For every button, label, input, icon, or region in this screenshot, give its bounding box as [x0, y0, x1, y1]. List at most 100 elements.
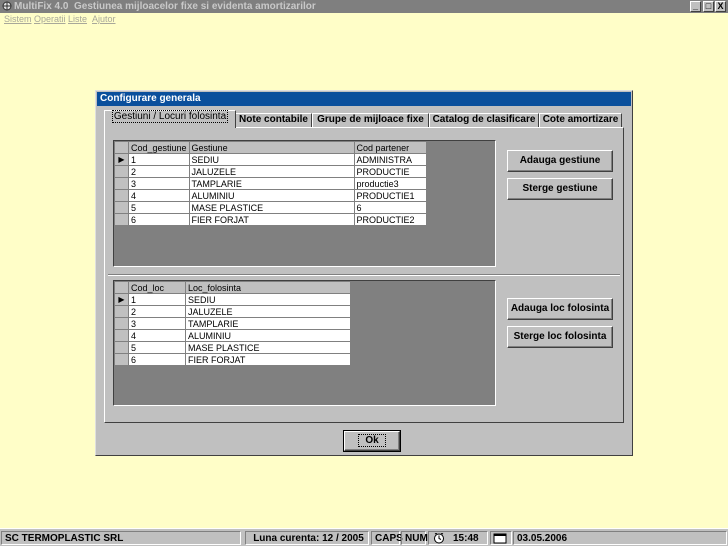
app-icon	[2, 1, 12, 11]
cell[interactable]: PRODUCTIE2	[353, 213, 427, 226]
calendar-icon	[493, 533, 507, 544]
cell[interactable]: PRODUCTIE1	[353, 189, 427, 202]
status-num: NUM	[401, 531, 428, 545]
locuri-grid[interactable]: Cod_loc Loc_folosinta ▶ 1 SEDIU 2 JALUZELE …	[113, 280, 496, 406]
add-loc-button[interactable]: Adauga loc folosinta	[507, 298, 613, 320]
minimize-button[interactable]: _	[690, 1, 701, 12]
close-button[interactable]: X	[715, 1, 726, 12]
status-company: SC TERMOPLASTIC SRL	[1, 531, 241, 545]
table-row[interactable]: 3 TAMPLARIE	[114, 317, 351, 330]
cell[interactable]: ALUMINIU	[185, 329, 351, 342]
table-row[interactable]: 4 ALUMINIU PRODUCTIE1	[114, 189, 427, 202]
row-selector[interactable]	[114, 317, 129, 330]
tab-cote-amortizare[interactable]: Cote amortizare	[539, 113, 622, 127]
status-time: 15:48	[453, 533, 479, 544]
cell[interactable]: 1	[128, 293, 186, 306]
table-row[interactable]: 2 JALUZELE PRODUCTIE	[114, 165, 427, 178]
grid-corner	[114, 141, 129, 154]
table-row[interactable]: ▶ 1 SEDIU	[114, 293, 351, 306]
delete-gestiune-button[interactable]: Sterge gestiune	[507, 178, 613, 200]
menu-ajutor[interactable]: Ajutor	[92, 13, 116, 26]
table-row[interactable]: 6 FIER FORJAT	[114, 353, 351, 366]
cell[interactable]: 4	[128, 189, 190, 202]
cell[interactable]: JALUZELE	[185, 305, 351, 318]
cell[interactable]: TAMPLARIE	[188, 177, 355, 190]
delete-loc-button[interactable]: Sterge loc folosinta	[507, 326, 613, 348]
status-calendar[interactable]	[490, 531, 512, 545]
col-gestiune[interactable]: Gestiune	[188, 141, 355, 154]
table-row[interactable]: 5 MASE PLASTICE 6	[114, 201, 427, 214]
table-row[interactable]: ▶ 1 SEDIU ADMINISTRA	[114, 153, 427, 166]
tab-catalog-clasificare[interactable]: Catalog de clasificare	[429, 113, 539, 127]
row-selector-arrow-icon[interactable]: ▶	[114, 153, 129, 166]
clock-icon	[434, 533, 444, 544]
cell[interactable]: 2	[128, 305, 186, 318]
cell[interactable]: 3	[128, 317, 186, 330]
cell[interactable]: ADMINISTRA	[353, 153, 427, 166]
section-divider	[108, 274, 620, 276]
cell[interactable]: 6	[353, 201, 427, 214]
tab-note-contabile[interactable]: Note contabile	[235, 113, 312, 127]
add-gestiune-button[interactable]: Adauga gestiune	[507, 150, 613, 172]
row-selector[interactable]	[114, 201, 129, 214]
gestiuni-table: Cod_gestiune Gestiune Cod partener ▶ 1 SED…	[114, 141, 427, 226]
cell[interactable]: FIER FORJAT	[188, 213, 355, 226]
cell[interactable]: ALUMINIU	[188, 189, 355, 202]
cell[interactable]: TAMPLARIE	[185, 317, 351, 330]
row-selector[interactable]	[114, 329, 129, 342]
row-selector[interactable]	[114, 213, 129, 226]
table-row[interactable]: 3 TAMPLARIE productie3	[114, 177, 427, 190]
menu-liste[interactable]: Liste	[68, 13, 87, 26]
cell[interactable]: MASE PLASTICE	[185, 341, 351, 354]
cell[interactable]: SEDIU	[188, 153, 355, 166]
maximize-button[interactable]: □	[703, 1, 714, 12]
col-loc-folosinta[interactable]: Loc_folosinta	[185, 281, 351, 294]
grid-corner	[114, 281, 129, 294]
cell[interactable]: JALUZELE	[188, 165, 355, 178]
cell[interactable]: 6	[128, 353, 186, 366]
cell[interactable]: 3	[128, 177, 190, 190]
col-cod-partener[interactable]: Cod partener	[353, 141, 427, 154]
cell[interactable]: 1	[128, 153, 190, 166]
status-bar: SC TERMOPLASTIC SRL Luna curenta: 12 / 2…	[0, 528, 728, 546]
status-luna-curenta: Luna curenta: 12 / 2005	[245, 531, 369, 545]
window-titlebar: MultiFix 4.0 Gestiunea mijloacelor fixe …	[0, 0, 728, 13]
locuri-table: Cod_loc Loc_folosinta ▶ 1 SEDIU 2 JALUZELE …	[114, 281, 351, 366]
status-clock: 15:48	[428, 531, 488, 545]
menu-bar: Sistem Operatii Liste Ajutor	[0, 13, 728, 26]
table-row[interactable]: 5 MASE PLASTICE	[114, 341, 351, 354]
cell[interactable]: 5	[128, 201, 190, 214]
cell[interactable]: PRODUCTIE	[353, 165, 427, 178]
row-selector[interactable]	[114, 177, 129, 190]
cell[interactable]: FIER FORJAT	[185, 353, 351, 366]
dialog-title: Configurare generala	[97, 92, 631, 106]
row-selector-arrow-icon[interactable]: ▶	[114, 293, 129, 306]
menu-operatii[interactable]: Operatii	[34, 13, 66, 26]
cell[interactable]: productie3	[353, 177, 427, 190]
config-dialog: Configurare generala Gestiuni / Locuri f…	[95, 90, 633, 456]
tab-gestiuni-locuri[interactable]: Gestiuni / Locuri folosinta	[104, 110, 236, 128]
grid-header-row: Cod_gestiune Gestiune Cod partener	[114, 141, 427, 154]
row-selector[interactable]	[114, 189, 129, 202]
cell[interactable]: 6	[128, 213, 190, 226]
row-selector[interactable]	[114, 341, 129, 354]
cell[interactable]: 4	[128, 329, 186, 342]
menu-sistem[interactable]: Sistem	[4, 13, 32, 26]
table-row[interactable]: 6 FIER FORJAT PRODUCTIE2	[114, 213, 427, 226]
ok-button[interactable]: Ok	[343, 430, 401, 452]
row-selector[interactable]	[114, 353, 129, 366]
cell[interactable]: 5	[128, 341, 186, 354]
window-title: Gestiunea mijloacelor fixe si evidenta a…	[74, 1, 316, 12]
tab-grupe-mijloace[interactable]: Grupe de mijloace fixe	[312, 113, 429, 127]
col-cod-loc[interactable]: Cod_loc	[128, 281, 186, 294]
row-selector[interactable]	[114, 165, 129, 178]
gestiuni-grid[interactable]: Cod_gestiune Gestiune Cod partener ▶ 1 SED…	[113, 140, 496, 267]
grid-header-row: Cod_loc Loc_folosinta	[114, 281, 351, 294]
table-row[interactable]: 2 JALUZELE	[114, 305, 351, 318]
cell[interactable]: 2	[128, 165, 190, 178]
row-selector[interactable]	[114, 305, 129, 318]
table-row[interactable]: 4 ALUMINIU	[114, 329, 351, 342]
cell[interactable]: MASE PLASTICE	[188, 201, 355, 214]
cell[interactable]: SEDIU	[185, 293, 351, 306]
col-cod-gestiune[interactable]: Cod_gestiune	[128, 141, 190, 154]
